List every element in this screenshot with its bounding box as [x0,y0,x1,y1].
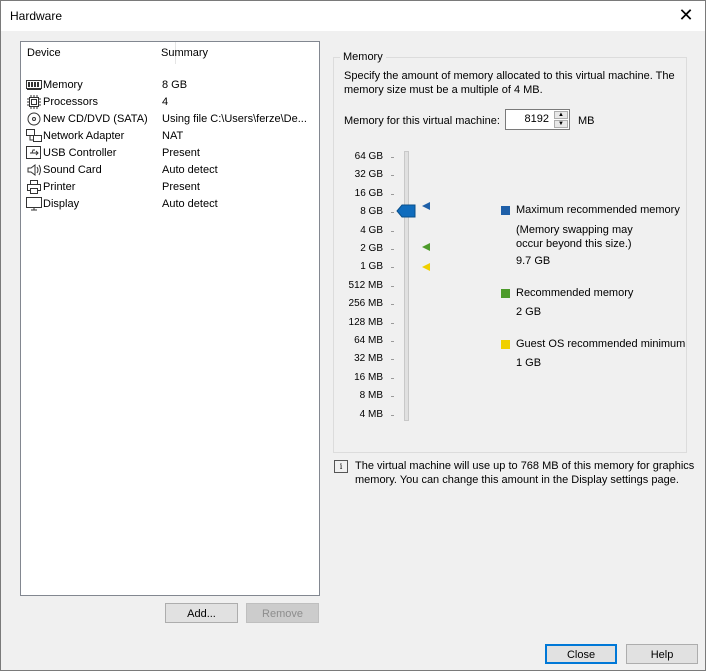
add-button[interactable]: Add... [165,603,238,623]
device-row-memory[interactable]: Memory 8 GB [22,77,318,94]
slider-tick-mark [391,157,394,158]
device-name: New CD/DVD (SATA) [43,113,148,125]
slider-tick-mark [391,212,394,213]
device-name: USB Controller [43,147,117,159]
network-adapter-icon [26,129,42,142]
device-summary: 8 GB [162,79,188,91]
memory-slider-track[interactable] [404,151,409,421]
device-summary: Auto detect [162,198,218,210]
device-row-sound-card[interactable]: Sound Card Auto detect [22,162,318,179]
title-bar: Hardware ✕ [1,1,705,31]
memory-spinbox[interactable]: 8192 ▲ ▼ [505,109,570,130]
slider-tick-mark [391,415,394,416]
memory-slider-thumb[interactable] [396,204,416,218]
slider-tick-label: 64 MB [354,335,383,346]
slider-tick-mark [391,304,394,305]
slider-tick-label: 1 GB [360,261,383,272]
device-name: Display [43,198,80,210]
memory-description: Specify the amount of memory allocated t… [344,70,675,96]
device-name: Sound Card [43,164,102,176]
slider-tick-label: 16 MB [354,372,383,383]
slider-tick-label: 2 GB [360,243,383,254]
device-list[interactable]: Device Summary Memory 8 GB Processors 4 … [20,41,320,596]
memory-field-label: Memory for this virtual machine: [344,115,500,127]
slider-tick-mark [391,286,394,287]
usb-icon [26,146,41,159]
device-name: Printer [43,181,76,193]
monitor-icon [26,197,42,211]
summary-column-header[interactable]: Summary [161,47,208,59]
slider-tick-label: 4 GB [360,225,383,236]
memory-value[interactable]: 8192 [525,113,549,125]
device-name: Processors [43,96,99,108]
slider-tick-mark [391,231,394,232]
cd-dvd-icon [27,112,41,126]
memory-unit: MB [578,115,595,127]
device-summary: Present [162,181,200,193]
processor-icon [27,95,41,109]
slider-tick-mark [391,359,394,360]
slider-tick-mark [391,175,394,176]
device-row-printer[interactable]: Printer Present [22,179,318,196]
device-list-header: Device Summary [21,42,319,64]
device-summary: Auto detect [162,164,218,176]
device-row-display[interactable]: Display Auto detect [22,196,318,213]
slider-tick-mark [391,267,394,268]
device-summary: Present [162,147,200,159]
minimum-swatch [501,340,510,349]
max-recommended-swatch [501,206,510,215]
slider-tick-mark [391,194,394,195]
slider-tick-label: 32 GB [354,169,383,180]
slider-tick-mark [391,378,394,379]
device-column-header[interactable]: Device [27,47,61,59]
device-name: Memory [43,79,83,91]
device-row-network-adapter[interactable]: Network Adapter NAT [22,128,318,145]
close-icon[interactable]: ✕ [677,6,695,24]
memory-icon [26,80,42,90]
minimum-value: 1 GB [516,357,542,369]
minimum-marker [422,263,430,271]
slider-tick-mark [391,249,394,250]
remove-button[interactable]: Remove [246,603,319,623]
slider-tick-label: 8 GB [360,206,383,217]
max-recommended-marker [422,202,430,210]
device-summary: NAT [162,130,184,142]
recommended-label: Recommended memory [516,287,634,299]
slider-tick-label: 16 GB [354,188,383,199]
device-row-usb-controller[interactable]: USB Controller Present [22,145,318,162]
device-row-cd-dvd[interactable]: New CD/DVD (SATA) Using file C:\Users\fe… [22,111,318,128]
close-button[interactable]: Close [545,644,617,664]
speaker-icon [27,164,41,176]
slider-tick-label: 8 MB [359,390,383,401]
max-recommended-note: (Memory swapping may occur beyond this s… [516,224,633,250]
max-recommended-value: 9.7 GB [516,255,551,267]
minimum-label: Guest OS recommended minimum [516,338,686,350]
info-icon: i [334,460,348,473]
spin-down-button[interactable]: ▼ [554,120,568,128]
memory-group-title: Memory [340,51,386,63]
slider-tick-label: 512 MB [348,280,383,291]
slider-tick-mark [391,396,394,397]
slider-tick-label: 256 MB [348,298,383,309]
slider-tick-label: 32 MB [354,353,383,364]
printer-icon [27,180,41,194]
recommended-swatch [501,289,510,298]
slider-tick-label: 64 GB [354,151,383,162]
slider-tick-label: 128 MB [348,317,383,328]
window-title: Hardware [10,9,63,23]
help-button[interactable]: Help [626,644,698,664]
recommended-value: 2 GB [516,306,542,318]
max-recommended-label: Maximum recommended memory [516,204,680,216]
device-name: Network Adapter [43,130,125,142]
slider-tick-mark [391,341,394,342]
spin-up-button[interactable]: ▲ [554,111,568,119]
recommended-marker [422,243,430,251]
device-row-processors[interactable]: Processors 4 [22,94,318,111]
slider-tick-label: 4 MB [359,409,383,420]
slider-tick-mark [391,323,394,324]
graphics-memory-info: The virtual machine will use up to 768 M… [355,460,695,486]
device-summary: 4 [162,96,169,108]
device-summary: Using file C:\Users\ferze\De... [162,113,307,125]
